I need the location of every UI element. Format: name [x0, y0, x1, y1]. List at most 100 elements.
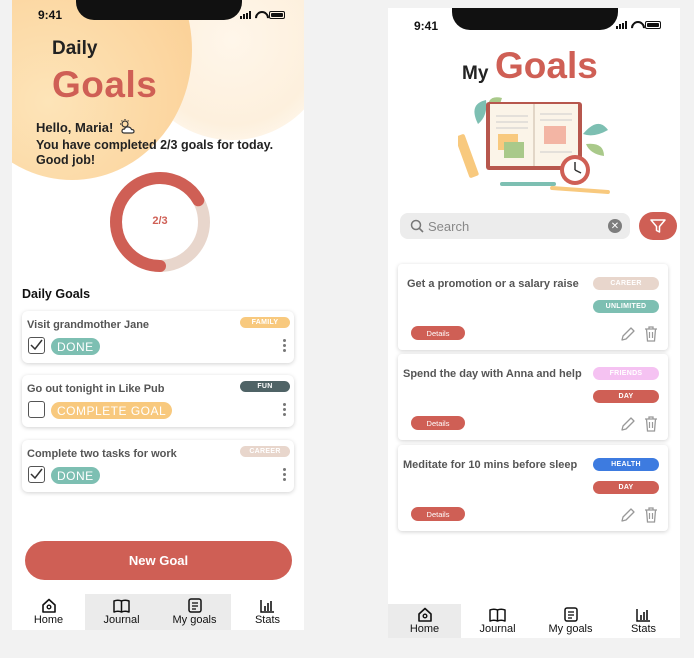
goal-card[interactable]: Complete two tasks for work CAREER DONE	[22, 440, 294, 492]
wifi-icon	[255, 11, 265, 19]
phone-notch	[76, 0, 242, 20]
goal-status-pill[interactable]: DONE	[51, 467, 100, 484]
goal-checkbox[interactable]	[28, 337, 45, 354]
trash-icon[interactable]	[644, 326, 658, 342]
goal-title: Visit grandmother Jane	[27, 319, 150, 331]
tab-my-goals[interactable]: My goals	[534, 604, 607, 638]
page-title-my: My	[462, 63, 489, 84]
goal-title: Go out tonight in Like Pub	[27, 383, 165, 395]
home-icon	[417, 607, 432, 622]
tab-home[interactable]: Home	[388, 604, 461, 638]
goal-card[interactable]: Spend the day with Anna and help FRIENDS…	[398, 354, 668, 440]
goal-title: Meditate for 10 mins before sleep	[403, 459, 578, 471]
chart-icon	[636, 608, 650, 622]
new-goal-button[interactable]: New Goal	[25, 541, 292, 580]
goal-title: Complete two tasks for work	[27, 448, 177, 460]
tab-label: My goals	[172, 614, 217, 626]
goal-checkbox[interactable]	[28, 466, 45, 483]
tab-bar: Home Journal My goals Stats	[388, 604, 680, 638]
section-title-daily-goals: Daily Goals	[22, 287, 91, 301]
status-icons	[240, 11, 285, 19]
card-actions	[620, 416, 658, 432]
details-button[interactable]: Details	[411, 416, 465, 430]
search-icon	[410, 219, 424, 233]
greeting: Hello, Maria!	[36, 119, 137, 135]
tab-label: Home	[409, 623, 440, 635]
goal-title: Spend the day with Anna and help	[403, 368, 582, 380]
goal-tag: CAREER	[240, 446, 290, 457]
check-icon	[30, 468, 43, 480]
more-options-icon[interactable]	[283, 403, 286, 416]
goal-card[interactable]: Meditate for 10 mins before sleep HEALTH…	[398, 445, 668, 531]
filter-button[interactable]	[639, 212, 677, 240]
progress-ring-label: 2/3	[152, 215, 168, 227]
goal-title: Get a promotion or a salary raise	[407, 278, 579, 290]
tab-stats[interactable]: Stats	[231, 594, 304, 630]
signal-icon	[240, 11, 251, 19]
book-icon	[489, 608, 506, 622]
my-goals-screen: 9:41 My Goals Search ✕ Get a promotion o…	[388, 8, 680, 638]
goal-card[interactable]: Go out tonight in Like Pub FUN COMPLETE …	[22, 375, 294, 427]
tab-journal[interactable]: Journal	[461, 604, 534, 638]
progress-summary: You have completed 2/3 goals for today. …	[36, 138, 274, 167]
search-placeholder: Search	[428, 218, 470, 234]
tab-label: Journal	[479, 622, 516, 635]
check-icon	[30, 339, 43, 351]
tab-stats[interactable]: Stats	[607, 604, 680, 638]
weather-icon	[120, 119, 135, 134]
filter-icon	[650, 219, 666, 233]
edit-icon[interactable]	[620, 507, 636, 523]
page-title-daily: Daily	[52, 38, 98, 59]
more-options-icon[interactable]	[283, 339, 286, 352]
book-icon	[113, 599, 130, 613]
tab-label: Journal	[103, 613, 140, 626]
status-icons	[616, 21, 661, 29]
tab-label: Home	[33, 614, 64, 626]
list-icon	[187, 598, 202, 613]
phone-notch	[452, 8, 618, 30]
goal-tag: CAREER	[593, 277, 659, 290]
status-time: 9:41	[414, 19, 439, 33]
page-title-goals: Goals	[52, 64, 158, 105]
edit-icon[interactable]	[620, 416, 636, 432]
clear-search-icon[interactable]: ✕	[608, 219, 622, 233]
goal-checkbox[interactable]	[28, 401, 45, 418]
goal-status-pill[interactable]: DONE	[51, 338, 100, 355]
status-time: 9:41	[38, 8, 63, 22]
greeting-text: Hello, Maria!	[36, 119, 114, 135]
goal-tag: UNLIMITED	[593, 300, 659, 313]
goal-tag: FRIENDS	[593, 367, 659, 380]
tab-journal[interactable]: Journal	[85, 594, 158, 630]
notebook-illustration	[458, 97, 610, 194]
card-actions	[620, 326, 658, 342]
trash-icon[interactable]	[644, 507, 658, 523]
tab-home[interactable]: Home	[12, 594, 85, 630]
goal-tag: FAMILY	[240, 317, 290, 328]
chart-icon	[260, 599, 274, 613]
wifi-icon	[631, 21, 641, 29]
tab-my-goals[interactable]: My goals	[158, 594, 231, 630]
goal-card[interactable]: Visit grandmother Jane FAMILY DONE	[22, 311, 294, 363]
page-title-goals: Goals	[495, 45, 598, 86]
search-bar[interactable]: Search ✕	[400, 213, 630, 239]
signal-icon	[616, 21, 627, 29]
tab-label: Stats	[254, 613, 281, 626]
battery-icon	[645, 21, 661, 29]
home-screen: 9:41 Daily Goals Hello, Maria! You have …	[12, 0, 304, 630]
list-icon	[563, 607, 578, 622]
complete-goal-button[interactable]: COMPLETE GOAL	[51, 402, 173, 419]
goal-tag: HEALTH	[593, 458, 659, 471]
goal-tag: FUN	[240, 381, 290, 392]
more-options-icon[interactable]	[283, 468, 286, 481]
details-button[interactable]: Details	[411, 507, 465, 521]
goal-card[interactable]: Get a promotion or a salary raise CAREER…	[398, 264, 668, 350]
goal-tag: DAY	[593, 390, 659, 403]
battery-icon	[269, 11, 285, 19]
tab-label: Stats	[630, 622, 657, 635]
goal-tag: DAY	[593, 481, 659, 494]
details-button[interactable]: Details	[411, 326, 465, 340]
edit-icon[interactable]	[620, 326, 636, 342]
trash-icon[interactable]	[644, 416, 658, 432]
card-actions	[620, 507, 658, 523]
home-icon	[41, 598, 56, 613]
